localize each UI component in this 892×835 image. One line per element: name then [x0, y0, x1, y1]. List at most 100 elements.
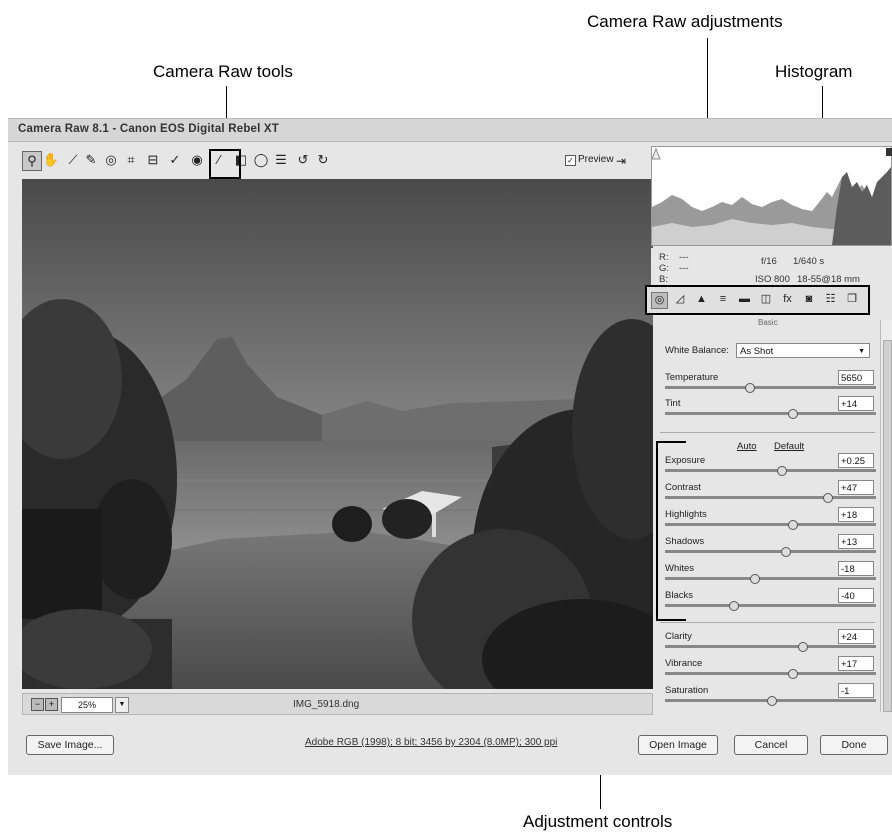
status-bar: − + 25% ▼ IMG_5918.dng — [22, 693, 653, 715]
temperature-value-field[interactable]: 5650 — [838, 370, 874, 385]
exposure-slider-thumb[interactable] — [777, 466, 788, 476]
tint-slider-thumb[interactable] — [787, 409, 798, 419]
title-bar: Camera Raw 8.1 - Canon EOS Digital Rebel… — [8, 119, 892, 142]
saturation-label: Saturation — [665, 685, 709, 696]
whites-value-field[interactable]: -18 — [838, 561, 874, 576]
rotate-cw-icon[interactable]: ↻ — [314, 151, 332, 169]
radial-filter-icon[interactable]: ◯ — [252, 151, 270, 169]
presets-tab-icon[interactable]: ☷ — [823, 292, 838, 307]
vibrance-value-field[interactable]: +17 — [838, 656, 874, 671]
straighten-icon[interactable]: ⊟ — [144, 151, 162, 169]
saturation-slider-thumb[interactable] — [766, 696, 777, 706]
snapshots-tab-icon[interactable]: ❐ — [845, 292, 860, 307]
separator-1 — [660, 432, 875, 433]
zoom-icon[interactable]: ⚲ — [22, 151, 42, 171]
detail-tab-icon[interactable]: ▲ — [694, 292, 709, 307]
preview-checkbox[interactable]: ✓ Preview — [565, 154, 614, 166]
hand-icon[interactable]: ✋ — [42, 151, 60, 169]
preview-check-icon: ✓ — [565, 155, 576, 166]
white-balance-dropdown[interactable]: As Shot ▼ — [736, 343, 870, 358]
white-balance-icon[interactable]: ⟋ — [64, 151, 82, 169]
crop-icon[interactable]: ⌗ — [122, 151, 140, 169]
adjustment-controls-bracket — [656, 441, 686, 621]
panel-name: Basic — [758, 318, 778, 327]
g-value: --- — [679, 263, 689, 274]
tint-slider-track[interactable] — [665, 412, 876, 415]
default-link[interactable]: Default — [774, 441, 804, 452]
landscape-photo — [22, 179, 653, 689]
contrast-slider-track[interactable] — [665, 496, 876, 499]
file-name: IMG_5918.dng — [293, 699, 360, 710]
adjustment-tabs: ◎ ◿ ▲ ≡ ▬ ◫ fx ◙ ☷ ❐ — [645, 285, 870, 315]
image-preview[interactable] — [22, 179, 653, 689]
shutter-speed: 1/640 s — [793, 256, 825, 267]
callout-histogram: Histogram — [775, 62, 853, 81]
iso: ISO 800 — [755, 274, 790, 285]
hsl-tab-icon[interactable]: ≡ — [716, 292, 731, 307]
histogram-graph — [652, 147, 891, 245]
contrast-value-field[interactable]: +47 — [838, 480, 874, 495]
effects-tab-icon[interactable]: fx — [780, 292, 795, 307]
whites-slider-thumb[interactable] — [749, 574, 760, 584]
exposure-value-field[interactable]: +0.25 — [838, 453, 874, 468]
done-button[interactable]: Done — [820, 735, 888, 755]
tint-value-field[interactable]: +14 — [838, 396, 874, 411]
lens-corrections-tab-icon[interactable]: ◫ — [759, 292, 774, 307]
blacks-slider-thumb[interactable] — [728, 601, 739, 611]
vibrance-slider-track[interactable] — [665, 672, 876, 675]
temperature-label: Temperature — [665, 372, 719, 383]
b-label: B: — [659, 274, 668, 285]
open-image-button[interactable]: Open Image — [638, 735, 718, 755]
zoom-level-field[interactable]: 25% — [61, 697, 113, 713]
r-value: --- — [679, 252, 689, 263]
vibrance-slider-thumb[interactable] — [787, 669, 798, 679]
rotate-ccw-icon[interactable]: ↺ — [294, 151, 312, 169]
white-balance-value: As Shot — [740, 346, 774, 357]
fullscreen-icon[interactable]: ⇥ — [612, 152, 630, 170]
tools-highlight-box — [209, 149, 241, 179]
split-toning-tab-icon[interactable]: ▬ — [737, 292, 752, 307]
save-image-button[interactable]: Save Image... — [26, 735, 114, 755]
callout-adjustment-controls: Adjustment controls — [523, 812, 673, 831]
target-adjustment-icon[interactable]: ◎ — [102, 151, 120, 169]
highlights-slider-track[interactable] — [665, 523, 876, 526]
preview-label: Preview — [578, 154, 614, 165]
workflow-options-link[interactable]: Adobe RGB (1998); 8 bit; 3456 by 2304 (8… — [305, 737, 557, 748]
exposure-slider-track[interactable] — [665, 469, 876, 472]
aperture: f/16 — [761, 256, 777, 267]
preferences-icon[interactable]: ☰ — [272, 151, 290, 169]
blacks-value-field[interactable]: -40 — [838, 588, 874, 603]
red-eye-icon[interactable]: ◉ — [188, 151, 206, 169]
highlight-clip-icon[interactable] — [886, 148, 892, 156]
temperature-slider-track[interactable] — [665, 386, 876, 389]
highlights-slider-thumb[interactable] — [787, 520, 798, 530]
highlights-value-field[interactable]: +18 — [838, 507, 874, 522]
clarity-label: Clarity — [665, 631, 692, 642]
spot-removal-icon[interactable]: ✓ — [166, 151, 184, 169]
panel-scrollbar[interactable] — [880, 320, 892, 712]
camera-calibration-tab-icon[interactable]: ◙ — [802, 292, 817, 307]
tools-toolbar: ⚲ ✋ ⟋ ✎ ◎ ⌗ ⊟ ✓ ◉ ⁄ ◧ ◯ ☰ ↺ ↻ — [20, 151, 648, 173]
shadows-value-field[interactable]: +13 — [838, 534, 874, 549]
whites-slider-track[interactable] — [665, 577, 876, 580]
blacks-slider-track[interactable] — [665, 604, 876, 607]
clarity-slider-track[interactable] — [665, 645, 876, 648]
tint-label: Tint — [665, 398, 681, 409]
bottom-bar: Save Image... Adobe RGB (1998); 8 bit; 3… — [8, 723, 892, 763]
zoom-in-button[interactable]: + — [45, 698, 58, 711]
zoom-out-button[interactable]: − — [31, 698, 44, 711]
shadows-slider-track[interactable] — [665, 550, 876, 553]
callout-camera-raw-adjustments: Camera Raw adjustments — [587, 12, 783, 31]
saturation-value-field[interactable]: -1 — [838, 683, 874, 698]
scrollbar-thumb[interactable] — [883, 340, 892, 712]
basic-tab-icon[interactable]: ◎ — [651, 292, 668, 309]
clarity-value-field[interactable]: +24 — [838, 629, 874, 644]
auto-link[interactable]: Auto — [737, 441, 757, 452]
zoom-dropdown-icon[interactable]: ▼ — [115, 697, 129, 713]
callout-camera-raw-tools: Camera Raw tools — [153, 62, 293, 81]
tone-curve-tab-icon[interactable]: ◿ — [673, 292, 688, 307]
cancel-button[interactable]: Cancel — [734, 735, 808, 755]
color-sampler-icon[interactable]: ✎ — [82, 151, 100, 169]
r-label: R: — [659, 252, 669, 263]
chevron-down-icon: ▼ — [858, 348, 865, 355]
